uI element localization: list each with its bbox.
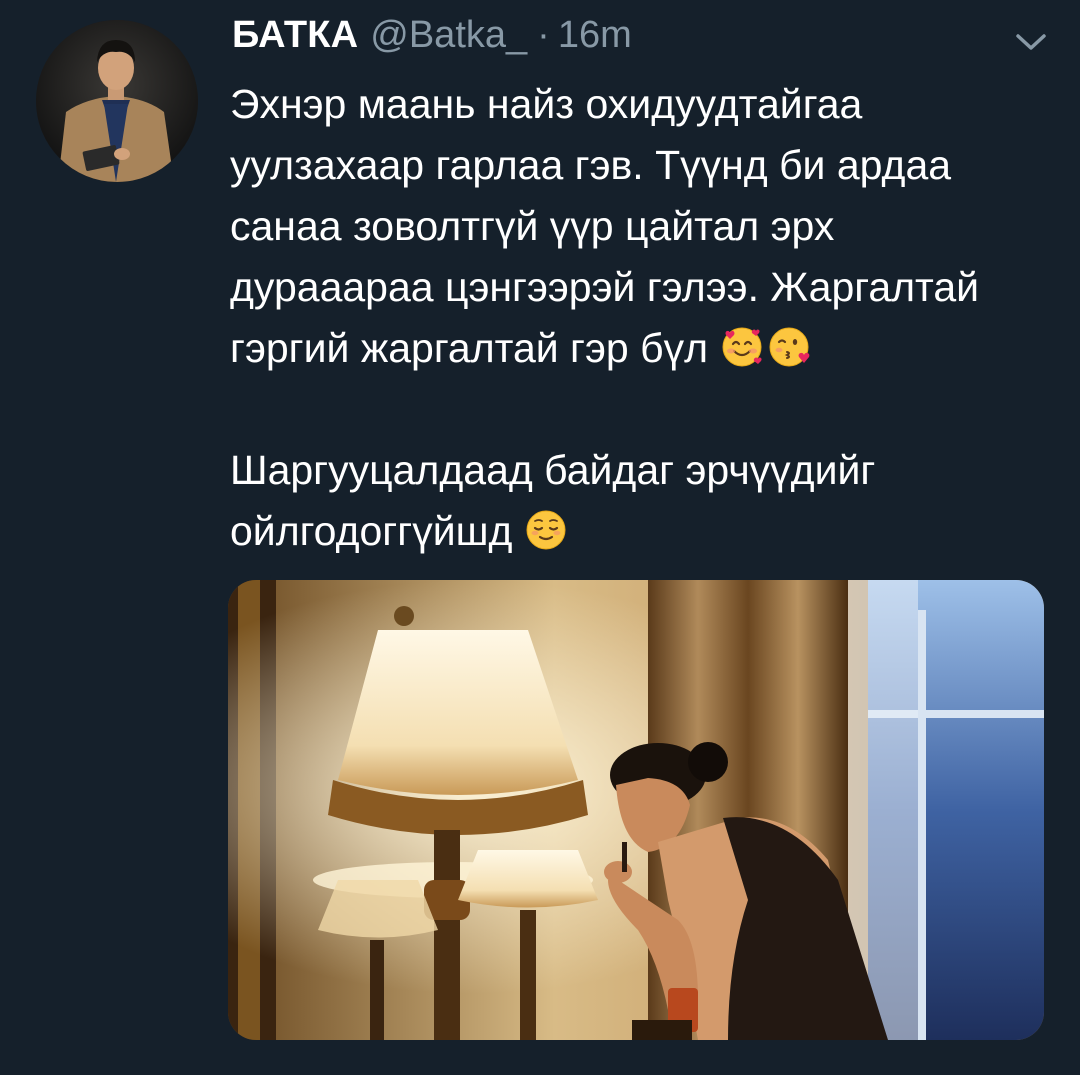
tweet-text-line: уулзахаар гарлаа гэв. Түүнд би ардаа [230,142,952,188]
chevron-down-icon[interactable] [1010,26,1052,56]
tweet-text-line-emoji: ойлгодоггүйшд [230,501,1050,562]
tweet-text: Эхнэр маань найз охидуудтайгаа уулзахаар… [230,74,1050,562]
separator-dot: · [537,14,550,56]
smiling-face-with-hearts-icon [720,325,764,369]
tweet-text-line: санаа зоволтгүй үүр цайтал эрх [230,203,835,249]
tweet[interactable]: БАТКА @Batka_ · 16m Эхнэр маань найз охи… [0,0,1080,1075]
face-blowing-kiss-icon [768,325,812,369]
relieved-face-icon [524,508,568,552]
tweet-text-line: ойлгодоггүйшд [230,508,513,554]
tweet-text-line: дурааараа цэнгээрэй гэлээ. Жаргалтай [230,264,980,310]
tweet-text-line: Эхнэр маань найз охидуудтайгаа [230,81,863,127]
tweet-text-line: Шаргууцалдаад байдаг эрчүүдийг [230,447,876,493]
tweet-header: БАТКА @Batka_ · 16m [232,14,632,70]
display-name[interactable]: БАТКА [232,14,358,57]
tweet-text-line-emoji: гэргий жаргалтай гэр бүл [230,318,1050,379]
tweet-text-line: гэргий жаргалтай гэр бүл [230,325,709,371]
user-handle[interactable]: @Batka_ [370,14,527,57]
avatar[interactable] [36,20,198,182]
tweet-media-photo[interactable] [228,580,1044,1040]
timestamp[interactable]: 16m [558,14,632,57]
